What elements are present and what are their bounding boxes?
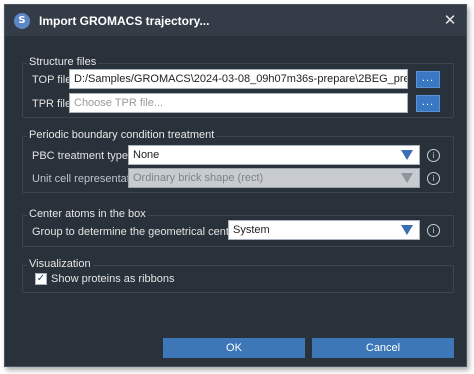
show-ribbons-checkbox[interactable]: ✓ bbox=[35, 273, 47, 285]
chevron-down-icon bbox=[401, 150, 413, 160]
chevron-down-icon bbox=[401, 173, 413, 183]
tpr-file-browse-button[interactable]: ... bbox=[416, 95, 440, 112]
visualization-title: Visualization bbox=[27, 258, 93, 270]
ok-button[interactable]: OK bbox=[163, 338, 305, 358]
center-atoms-title: Center atoms in the box bbox=[27, 208, 148, 220]
title-bar: S Import GROMACS trajectory... ✕ bbox=[5, 5, 466, 36]
center-group-value: System bbox=[233, 224, 270, 236]
info-icon[interactable]: i bbox=[427, 149, 440, 162]
show-ribbons-label: Show proteins as ribbons bbox=[51, 273, 175, 285]
cancel-button[interactable]: Cancel bbox=[312, 338, 454, 358]
pbc-treatment-label: PBC treatment type bbox=[32, 150, 128, 162]
dialog-title: Import GROMACS trajectory... bbox=[39, 14, 210, 28]
tpr-file-field[interactable]: Choose TPR file... bbox=[69, 93, 408, 113]
structure-files-title: Structure files bbox=[27, 56, 99, 68]
top-file-field[interactable]: D:/Samples/GROMACS\2024-03-08_09h07m36s-… bbox=[69, 69, 408, 89]
pbc-title: Periodic boundary condition treatment bbox=[27, 129, 217, 141]
chevron-down-icon bbox=[401, 225, 413, 235]
pbc-treatment-select[interactable]: None bbox=[128, 145, 420, 165]
unit-cell-select: Ordinary brick shape (rect) bbox=[128, 168, 420, 188]
import-gromacs-dialog: S Import GROMACS trajectory... ✕ Structu… bbox=[4, 4, 467, 367]
info-icon[interactable]: i bbox=[427, 172, 440, 185]
tpr-file-label: TPR file bbox=[32, 98, 72, 110]
pbc-treatment-value: None bbox=[133, 149, 160, 161]
app-logo-icon: S bbox=[14, 13, 30, 29]
top-file-label: TOP file bbox=[32, 74, 72, 86]
close-icon[interactable]: ✕ bbox=[442, 12, 458, 28]
center-group-select[interactable]: System bbox=[228, 220, 420, 240]
info-icon[interactable]: i bbox=[427, 224, 440, 237]
top-file-browse-button[interactable]: ... bbox=[416, 71, 440, 88]
unit-cell-value: Ordinary brick shape (rect) bbox=[133, 172, 264, 184]
center-group-label: Group to determine the geometrical cente… bbox=[32, 226, 239, 238]
